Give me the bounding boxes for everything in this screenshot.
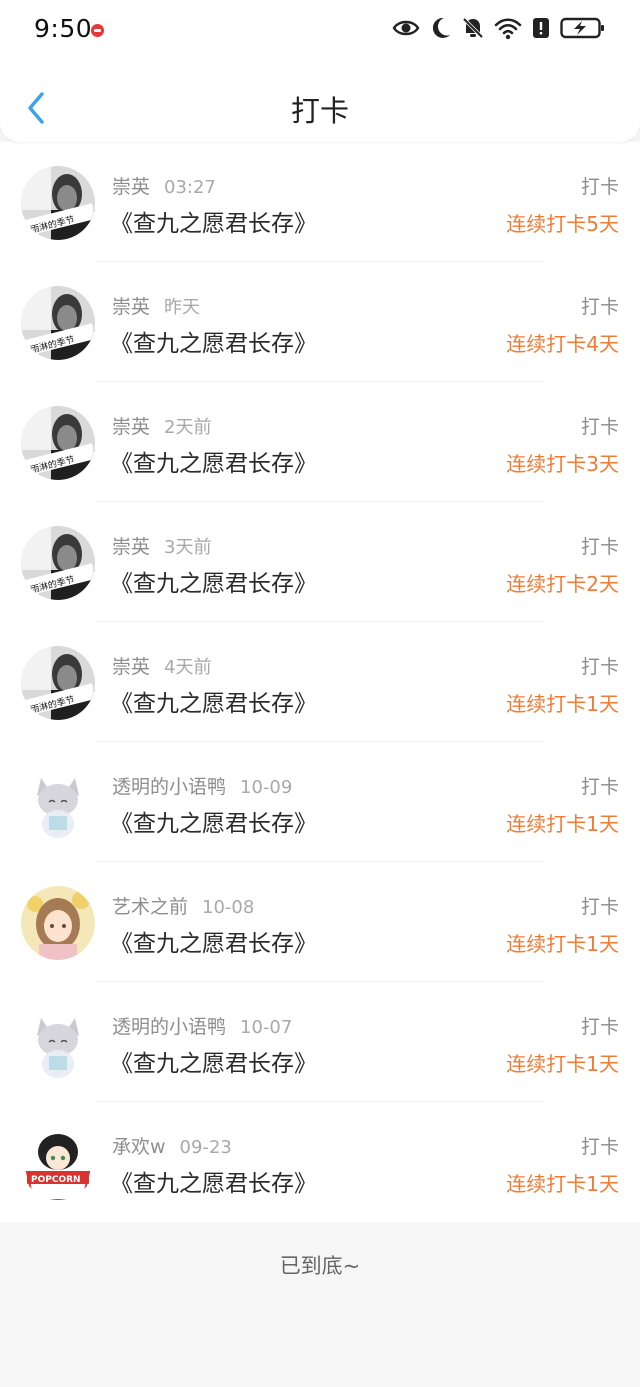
checkin-time: 3天前 [164,537,212,558]
checkin-time: 2天前 [164,417,212,438]
user-avatar[interactable] [21,886,95,960]
checkin-row[interactable]: 艺术之前 10-08 《查九之愿君长存》 打卡 连续打卡1天 [0,862,640,982]
user-name[interactable]: 承欢w [112,1136,166,1158]
user-name[interactable]: 艺术之前 [112,896,188,918]
checkin-meta: 崇英 4天前 [112,652,211,679]
checkin-list: 雨淋的季节 崇英 03:27 《查九之愿君长存》 打卡 连续打卡5天 雨淋的季节… [0,142,640,1222]
checkin-tag: 打卡 [580,896,619,918]
photo-avatar-icon: 雨淋的季节 [21,166,95,240]
alert-icon [533,18,549,38]
user-avatar[interactable] [21,766,95,840]
book-title[interactable]: 《查九之愿君长存》 [110,804,317,838]
user-name[interactable]: 透明的小语鸭 [112,1016,226,1038]
photo-avatar-icon: 雨淋的季节 [21,286,95,360]
status-icons [392,16,606,40]
checkin-tag: 打卡 [580,536,619,558]
girl-avatar-icon [21,886,95,960]
streak-count: 连续打卡1天 [506,1172,619,1196]
checkin-tag: 打卡 [580,1016,619,1038]
checkin-meta: 崇英 2天前 [112,412,211,439]
top-bar: 9:50 打卡 [0,0,640,142]
bell-off-icon [462,17,484,39]
streak-count: 连续打卡1天 [506,812,619,836]
battery-charging-icon [560,17,604,39]
user-name[interactable]: 崇英 [112,416,150,438]
streak-count: 连续打卡4天 [506,332,619,356]
svg-text:POPCORN: POPCORN [31,1175,81,1185]
streak-count: 连续打卡1天 [506,692,619,716]
book-title[interactable]: 《查九之愿君长存》 [110,204,317,238]
checkin-tag: 打卡 [580,296,619,318]
streak-count: 连续打卡1天 [506,1052,619,1076]
cat-avatar-icon [21,766,95,840]
user-name[interactable]: 透明的小语鸭 [112,776,226,798]
user-avatar[interactable]: 雨淋的季节 [21,526,95,600]
app-root: 9:50 打卡 雨淋的季节 崇英 03:27 《查九之愿君长存》 打卡 连续打卡… [0,0,640,1387]
checkin-row[interactable]: POPCORN 承欢w 09-23 《查九之愿君长存》 打卡 连续打卡1天 [0,1102,640,1222]
checkin-row[interactable]: 雨淋的季节 崇英 03:27 《查九之愿君长存》 打卡 连续打卡5天 [0,142,640,262]
user-name[interactable]: 崇英 [112,656,150,678]
user-avatar[interactable] [21,1006,95,1080]
streak-count: 连续打卡2天 [506,572,619,596]
status-time: 9:50 [34,14,93,43]
photo-avatar-icon: 雨淋的季节 [21,526,95,600]
book-title[interactable]: 《查九之愿君长存》 [110,1164,317,1198]
checkin-tag: 打卡 [580,656,619,678]
book-title[interactable]: 《查九之愿君长存》 [110,684,317,718]
checkin-row[interactable]: 雨淋的季节 崇英 3天前 《查九之愿君长存》 打卡 连续打卡2天 [0,502,640,622]
checkin-time: 10-08 [202,897,255,918]
checkin-time: 10-07 [240,1017,293,1038]
eye-icon [392,20,420,36]
checkin-row[interactable]: 雨淋的季节 崇英 4天前 《查九之愿君长存》 打卡 连续打卡1天 [0,622,640,742]
user-avatar[interactable]: 雨淋的季节 [21,646,95,720]
user-name[interactable]: 崇英 [112,536,150,558]
user-avatar[interactable]: 雨淋的季节 [21,166,95,240]
user-name[interactable]: 崇英 [112,296,150,318]
checkin-meta: 承欢w 09-23 [112,1132,232,1159]
checkin-time: 昨天 [164,297,201,318]
user-avatar[interactable]: POPCORN [21,1126,95,1200]
user-avatar[interactable]: 雨淋的季节 [21,406,95,480]
checkin-row[interactable]: 透明的小语鸭 10-09 《查九之愿君长存》 打卡 连续打卡1天 [0,742,640,862]
wifi-icon [494,18,522,40]
popcorn-avatar-icon: POPCORN [21,1126,95,1200]
book-title[interactable]: 《查九之愿君长存》 [110,924,317,958]
checkin-tag: 打卡 [580,416,619,438]
cat-avatar-icon [21,1006,95,1080]
checkin-meta: 崇英 3天前 [112,532,211,559]
checkin-meta: 艺术之前 10-08 [112,892,254,919]
photo-avatar-icon: 雨淋的季节 [21,646,95,720]
recording-indicator-icon [91,24,104,37]
checkin-tag: 打卡 [580,1136,619,1158]
checkin-time: 4天前 [164,657,212,678]
book-title[interactable]: 《查九之愿君长存》 [110,444,317,478]
checkin-time: 09-23 [179,1137,232,1158]
photo-avatar-icon: 雨淋的季节 [21,406,95,480]
streak-count: 连续打卡5天 [506,212,619,236]
user-avatar[interactable]: 雨淋的季节 [21,286,95,360]
checkin-time: 03:27 [164,177,216,198]
book-title[interactable]: 《查九之愿君长存》 [110,324,317,358]
book-title[interactable]: 《查九之愿君长存》 [110,1044,317,1078]
checkin-time: 10-09 [240,777,293,798]
book-title[interactable]: 《查九之愿君长存》 [110,564,317,598]
checkin-meta: 崇英 昨天 [112,292,200,319]
checkin-meta: 崇英 03:27 [112,172,216,199]
checkin-tag: 打卡 [580,776,619,798]
checkin-meta: 透明的小语鸭 10-09 [112,772,292,799]
user-name[interactable]: 崇英 [112,176,150,198]
page-title: 打卡 [290,94,349,128]
checkin-row[interactable]: 雨淋的季节 崇英 2天前 《查九之愿君长存》 打卡 连续打卡3天 [0,382,640,502]
moon-icon [432,17,450,38]
checkin-row[interactable]: 透明的小语鸭 10-07 《查九之愿君长存》 打卡 连续打卡1天 [0,982,640,1102]
checkin-meta: 透明的小语鸭 10-07 [112,1012,292,1039]
streak-count: 连续打卡3天 [506,452,619,476]
end-of-list-label: 已到底~ [279,1254,361,1278]
streak-count: 连续打卡1天 [506,932,619,956]
checkin-row[interactable]: 雨淋的季节 崇英 昨天 《查九之愿君长存》 打卡 连续打卡4天 [0,262,640,382]
checkin-tag: 打卡 [580,176,619,198]
